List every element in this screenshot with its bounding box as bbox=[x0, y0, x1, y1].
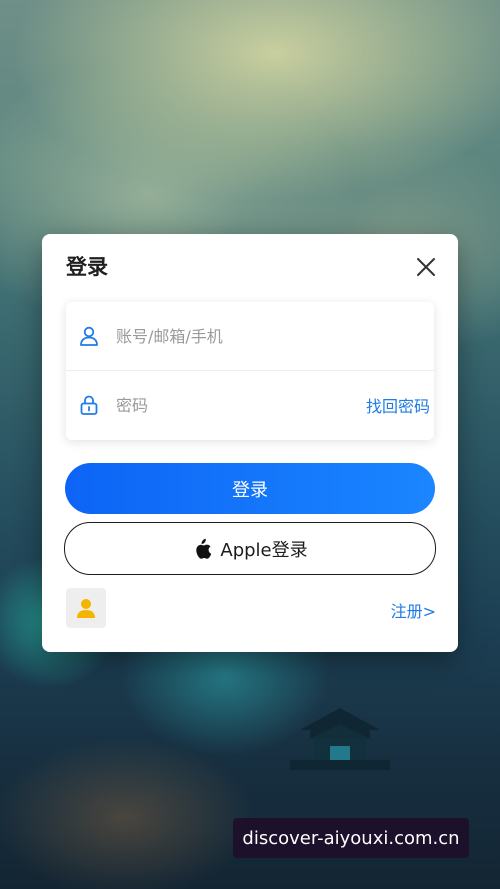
lock-icon bbox=[80, 395, 98, 415]
apple-login-label: Apple登录 bbox=[220, 539, 308, 561]
apple-icon bbox=[196, 538, 212, 559]
username-row bbox=[66, 302, 434, 371]
password-row: 找回密码 bbox=[66, 371, 434, 439]
user-icon bbox=[80, 326, 98, 346]
username-input[interactable] bbox=[116, 326, 434, 346]
login-button-label: 登录 bbox=[232, 479, 268, 501]
person-icon bbox=[77, 599, 95, 618]
close-icon bbox=[417, 258, 435, 276]
avatar[interactable] bbox=[66, 588, 106, 628]
register-link[interactable]: 注册> bbox=[391, 598, 436, 622]
login-form: 找回密码 bbox=[66, 302, 434, 440]
apple-login-button[interactable]: Apple登录 bbox=[64, 522, 436, 575]
site-watermark: discover-aiyouxi.com.cn bbox=[233, 818, 469, 858]
login-dialog: 登录 找回密码 登录 Ap bbox=[42, 234, 458, 652]
login-button[interactable]: 登录 bbox=[65, 463, 435, 514]
close-button[interactable] bbox=[414, 255, 438, 279]
find-password-link[interactable]: 找回密码 bbox=[366, 393, 430, 417]
password-input[interactable] bbox=[116, 395, 366, 415]
dialog-title: 登录 bbox=[66, 255, 108, 279]
temple-silhouette bbox=[290, 708, 390, 770]
